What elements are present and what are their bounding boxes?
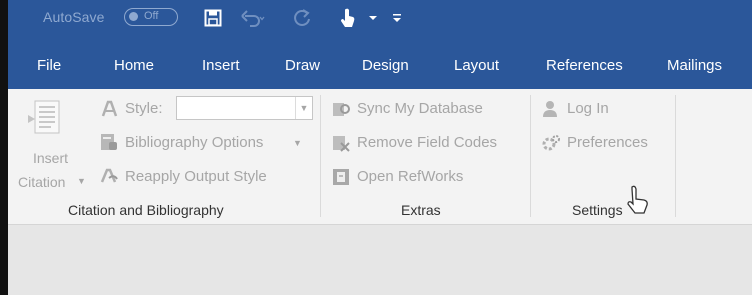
dropdown-icon[interactable] bbox=[367, 6, 379, 30]
open-refworks-icon bbox=[332, 168, 350, 186]
redo-icon[interactable] bbox=[290, 6, 314, 30]
autosave-toggle[interactable]: Off bbox=[124, 8, 178, 26]
style-dropdown[interactable]: ▼ bbox=[176, 96, 313, 120]
group-separator bbox=[530, 95, 531, 217]
tab-references[interactable]: References bbox=[546, 57, 623, 74]
ribbon-tabs: File Home Insert Draw Design Layout Refe… bbox=[8, 44, 752, 89]
preferences-icon bbox=[542, 134, 560, 152]
insert-citation-label-line2[interactable]: Citation bbox=[18, 174, 65, 190]
group-separator bbox=[675, 95, 676, 217]
bibliography-options-icon bbox=[100, 133, 118, 151]
style-label: Style: bbox=[125, 100, 163, 117]
touch-mode-icon[interactable] bbox=[336, 6, 360, 30]
insert-citation-dropdown-icon[interactable]: ▼ bbox=[77, 176, 86, 186]
autosave-label: AutoSave bbox=[43, 9, 105, 25]
remove-field-codes-icon bbox=[332, 134, 350, 152]
toggle-knob bbox=[129, 12, 138, 21]
preferences-button[interactable]: Preferences bbox=[567, 134, 648, 151]
tab-mailings[interactable]: Mailings bbox=[667, 57, 722, 74]
save-icon[interactable] bbox=[202, 6, 224, 30]
remove-field-codes-button[interactable]: Remove Field Codes bbox=[357, 134, 497, 151]
tab-home[interactable]: Home bbox=[114, 57, 154, 74]
document-area bbox=[8, 225, 752, 295]
style-dropdown-arrow-icon[interactable]: ▼ bbox=[295, 97, 312, 119]
extras-group-label: Extras bbox=[401, 202, 441, 218]
style-icon bbox=[100, 100, 118, 118]
tab-file[interactable]: File bbox=[37, 57, 61, 74]
settings-group-label: Settings bbox=[572, 202, 623, 218]
mouse-cursor-icon bbox=[625, 185, 651, 215]
insert-citation-label-line1[interactable]: Insert bbox=[33, 150, 68, 166]
autosave-state: Off bbox=[144, 10, 159, 22]
tab-draw[interactable]: Draw bbox=[285, 57, 320, 74]
insert-citation-icon[interactable] bbox=[27, 97, 63, 137]
ribbon-panel: Insert Citation ▼ Style: ▼ Bibliography … bbox=[8, 89, 752, 225]
undo-icon[interactable] bbox=[240, 6, 266, 30]
log-in-icon bbox=[542, 100, 560, 118]
tab-insert[interactable]: Insert bbox=[202, 57, 240, 74]
reapply-output-style-icon bbox=[100, 167, 118, 185]
customize-icon[interactable] bbox=[390, 6, 404, 30]
sync-my-database-button[interactable]: Sync My Database bbox=[357, 100, 483, 117]
tab-layout[interactable]: Layout bbox=[454, 57, 499, 74]
open-refworks-button[interactable]: Open RefWorks bbox=[357, 168, 463, 185]
sync-database-icon bbox=[332, 100, 350, 118]
reapply-output-style-button[interactable]: Reapply Output Style bbox=[125, 168, 267, 185]
citation-bibliography-group-label: Citation and Bibliography bbox=[68, 202, 224, 218]
tab-design[interactable]: Design bbox=[362, 57, 409, 74]
window-left-edge bbox=[0, 0, 8, 295]
bibliography-options-dropdown-icon[interactable]: ▼ bbox=[293, 138, 302, 148]
group-separator bbox=[320, 95, 321, 217]
quick-access-toolbar: AutoSave Off bbox=[8, 0, 752, 44]
bibliography-options-button[interactable]: Bibliography Options bbox=[125, 134, 263, 151]
log-in-button[interactable]: Log In bbox=[567, 100, 609, 117]
